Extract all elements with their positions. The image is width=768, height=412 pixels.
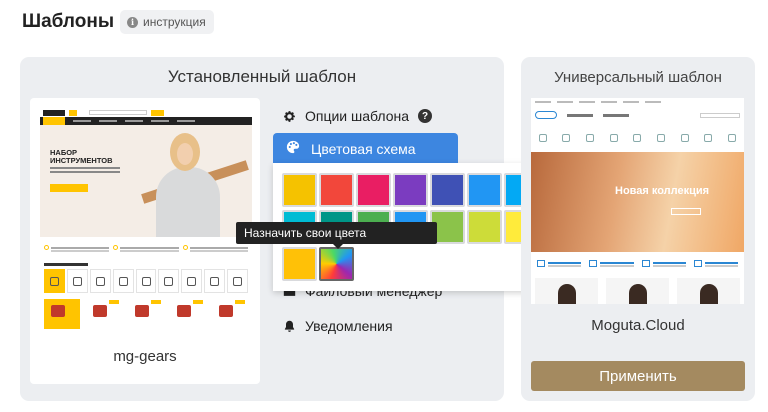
- preview-features: [531, 252, 744, 278]
- preview-hero-person: [152, 131, 222, 237]
- universal-template-title: Универсальный шаблон: [554, 69, 722, 86]
- preview-features: [40, 237, 252, 261]
- preview-topbar: [40, 108, 252, 117]
- palette-icon: [286, 140, 300, 157]
- preview-hero: Новая коллекция: [531, 152, 744, 252]
- custom-color-swatch[interactable]: [319, 247, 354, 281]
- installed-template-title: Установленный шаблон: [167, 67, 357, 86]
- color-swatch[interactable]: [282, 247, 317, 281]
- color-swatch[interactable]: [467, 210, 502, 244]
- universal-template-card: Универсальный шаблон Новая коллекция Mog…: [521, 57, 755, 401]
- preview-categories: [40, 269, 252, 293]
- installed-template-name: mg-gears: [113, 348, 177, 365]
- apply-button[interactable]: Применить: [531, 361, 745, 391]
- notifications-item[interactable]: Уведомления: [282, 318, 393, 334]
- preview-hero-heading: НАБОР ИНСТРУМЕНТОВ: [50, 148, 113, 165]
- template-options-item[interactable]: Опции шаблона ?: [282, 108, 433, 124]
- preview-icon-row: [531, 124, 744, 152]
- template-options-label: Опции шаблона: [305, 108, 410, 124]
- info-icon: i: [127, 16, 138, 28]
- color-swatch[interactable]: [282, 173, 317, 207]
- mg-gears-screenshot: НАБОР ИНСТРУМЕНТОВ: [40, 108, 252, 334]
- color-swatch[interactable]: [467, 173, 502, 207]
- instruction-link[interactable]: i инструкция: [120, 10, 214, 34]
- color-scheme-label: Цветовая схема: [311, 140, 416, 157]
- instruction-label: инструкция: [143, 15, 206, 29]
- gear-icon: [282, 109, 296, 123]
- moguta-cloud-screenshot: Новая коллекция: [531, 98, 744, 304]
- preview-products: [40, 293, 252, 334]
- preview-hero: НАБОР ИНСТРУМЕНТОВ: [40, 125, 252, 237]
- bell-icon: [282, 319, 296, 333]
- preview-nav: [40, 117, 252, 125]
- color-swatch[interactable]: [430, 173, 465, 207]
- page-title: Шаблоны: [22, 11, 115, 32]
- color-swatch[interactable]: [356, 173, 391, 207]
- custom-colors-tooltip: Назначить свои цвета: [236, 222, 437, 249]
- question-icon[interactable]: ?: [418, 109, 433, 123]
- preview-photos: [531, 278, 744, 304]
- notifications-label: Уведомления: [305, 318, 393, 334]
- color-scheme-button[interactable]: Цветовая схема: [273, 133, 458, 164]
- installed-template-preview: НАБОР ИНСТРУМЕНТОВ mg-gears: [30, 98, 260, 384]
- preview-hero-heading: Новая коллекция: [615, 185, 710, 197]
- universal-template-name: Moguta.Cloud: [591, 317, 685, 334]
- color-swatch[interactable]: [319, 173, 354, 207]
- color-swatch[interactable]: [393, 173, 428, 207]
